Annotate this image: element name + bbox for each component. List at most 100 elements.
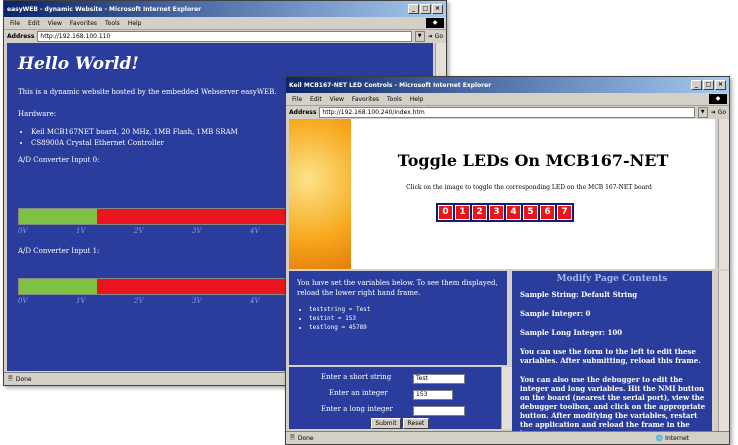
address-dropdown-icon[interactable]: ▼ xyxy=(697,107,708,118)
go-arrow-icon: ➜ xyxy=(427,33,433,40)
integer-input[interactable]: 153 xyxy=(413,390,453,400)
adc1-bar-fill xyxy=(19,279,97,294)
address-label: Address xyxy=(289,109,317,116)
modify-help-text-1: You can use the form to the left to edit… xyxy=(520,347,701,365)
sample-integer-text: Sample Integer: 0 xyxy=(520,309,591,318)
address-input[interactable]: http://192.168.100.110 xyxy=(37,31,412,42)
menu-tools[interactable]: Tools xyxy=(105,20,120,27)
menu-edit[interactable]: Edit xyxy=(310,96,322,103)
go-button[interactable]: ➜ Go xyxy=(711,109,726,116)
tick-label: 3V xyxy=(192,227,202,235)
minimize-button[interactable]: _ xyxy=(691,80,702,90)
menu-bar: File Edit View Favorites Tools Help ◆ xyxy=(4,17,446,30)
variables-list: teststring = Test testint = 153 testlong… xyxy=(309,305,507,332)
go-arrow-icon: ➜ xyxy=(710,109,716,116)
led-controls-browser-window: Keil MCB167-NET LED Controls - Microsoft… xyxy=(285,76,730,445)
menu-help[interactable]: Help xyxy=(410,96,424,103)
led-toggle-frame: Toggle LEDs On MCB167-NET Click on the i… xyxy=(289,119,715,269)
maximize-button[interactable]: □ xyxy=(703,80,714,90)
reset-button[interactable]: Reset xyxy=(403,418,429,429)
led-7-toggle[interactable]: 7 xyxy=(557,205,572,220)
form-frame-scrollbar[interactable] xyxy=(501,367,512,429)
tick-label: 1V xyxy=(76,227,86,235)
tick-label: 0V xyxy=(18,227,28,235)
window-title: Keil MCB167-NET LED Controls - Microsoft… xyxy=(289,81,492,89)
internet-zone-label: 🌐 Internet xyxy=(656,435,689,442)
led-4-toggle[interactable]: 4 xyxy=(506,205,521,220)
modify-help-text-2: You can also use the debugger to edit th… xyxy=(520,375,706,431)
menu-view[interactable]: View xyxy=(330,96,344,103)
address-input[interactable]: http://192.168.100.240/index.htm xyxy=(319,107,695,118)
page-heading: Hello World! xyxy=(18,54,139,74)
top-frame-scrollbar[interactable] xyxy=(718,119,729,269)
list-item: teststring = Test xyxy=(309,305,507,314)
tick-label: 0V xyxy=(18,297,28,305)
long-integer-label: Enter a long integer xyxy=(321,405,393,413)
title-bar[interactable]: easyWEB - dynamic Website - Microsoft In… xyxy=(4,1,446,17)
list-item: testint = 153 xyxy=(309,314,507,323)
sample-long-text: Sample Long Integer: 100 xyxy=(520,328,623,337)
led-6-toggle[interactable]: 6 xyxy=(540,205,555,220)
submit-button[interactable]: Submit xyxy=(371,418,401,429)
page-heading: Toggle LEDs On MCB167-NET xyxy=(397,151,669,170)
windows-logo-icon: ◆ xyxy=(426,18,444,28)
integer-label: Enter an integer xyxy=(329,389,388,397)
page-icon: 🗎 xyxy=(290,434,295,441)
windows-logo-icon: ◆ xyxy=(709,94,727,104)
menu-favorites[interactable]: Favorites xyxy=(70,20,97,27)
modify-frame-scrollbar[interactable] xyxy=(718,271,729,431)
modify-heading: Modify Page Contents xyxy=(556,274,668,284)
page-icon: 🗎 xyxy=(8,375,13,382)
menu-view[interactable]: View xyxy=(48,20,62,27)
led-image-map: 0 1 2 3 4 5 6 7 xyxy=(436,203,574,222)
led-5-toggle[interactable]: 5 xyxy=(523,205,538,220)
window-title: easyWEB - dynamic Website - Microsoft In… xyxy=(7,5,202,13)
led-1-toggle[interactable]: 1 xyxy=(455,205,470,220)
tick-label: 3V xyxy=(192,297,202,305)
address-bar: Address http://192.168.100.110 ▼ ➜ Go xyxy=(4,30,446,43)
adc0-bar-fill xyxy=(19,209,97,224)
menu-file[interactable]: File xyxy=(10,20,20,27)
instruction-text: Click on the image to toggle the corresp… xyxy=(406,184,652,191)
led-2-toggle[interactable]: 2 xyxy=(472,205,487,220)
maximize-button[interactable]: □ xyxy=(420,4,431,14)
go-label: Go xyxy=(717,109,726,116)
variables-info-text: You have set the variables below. To see… xyxy=(297,279,498,297)
tick-label: 1V xyxy=(76,297,86,305)
close-button[interactable]: × xyxy=(715,80,726,90)
menu-help[interactable]: Help xyxy=(128,20,142,27)
minimize-button[interactable]: _ xyxy=(408,4,419,14)
go-button[interactable]: ➜ Go xyxy=(428,33,443,40)
address-dropdown-icon[interactable]: ▼ xyxy=(414,31,425,42)
menu-file[interactable]: File xyxy=(292,96,302,103)
address-bar: Address http://192.168.100.240/index.htm… xyxy=(286,106,729,119)
led-0-toggle[interactable]: 0 xyxy=(438,205,453,220)
adc1-label: A/D Converter Input 1: xyxy=(18,247,100,255)
sample-string-text: Sample String: Default String xyxy=(520,290,638,299)
decorative-sunburst-image xyxy=(289,119,351,269)
adc0-scale: 0V 1V 2V 3V 4V xyxy=(18,227,308,235)
menu-bar: File Edit View Favorites Tools Help ◆ xyxy=(286,93,729,106)
menu-tools[interactable]: Tools xyxy=(387,96,402,103)
modify-contents-frame: Modify Page Contents Sample String: Defa… xyxy=(512,271,712,431)
status-text: Done xyxy=(15,375,32,383)
led-3-toggle[interactable]: 3 xyxy=(489,205,504,220)
go-label: Go xyxy=(434,33,443,40)
short-string-label: Enter a short string xyxy=(321,373,392,381)
status-bar: 🗎 Done 🌐 Internet xyxy=(286,431,729,444)
globe-icon: 🌐 xyxy=(655,434,664,442)
title-bar[interactable]: Keil MCB167-NET LED Controls - Microsoft… xyxy=(286,77,729,93)
tick-label: 2V xyxy=(134,227,144,235)
long-integer-input[interactable] xyxy=(413,406,465,416)
address-label: Address xyxy=(7,33,35,40)
edit-form-frame: Enter a short string Test Enter an integ… xyxy=(289,367,501,429)
variables-frame: You have set the variables below. To see… xyxy=(289,271,507,365)
zone-text: Internet xyxy=(665,434,689,442)
close-button[interactable]: × xyxy=(432,4,443,14)
list-item: testlong = 45789 xyxy=(309,323,507,332)
tick-label: 2V xyxy=(134,297,144,305)
adc1-scale: 0V 1V 2V 3V 4V xyxy=(18,297,308,305)
menu-favorites[interactable]: Favorites xyxy=(352,96,379,103)
short-string-input[interactable]: Test xyxy=(413,374,465,384)
menu-edit[interactable]: Edit xyxy=(28,20,40,27)
